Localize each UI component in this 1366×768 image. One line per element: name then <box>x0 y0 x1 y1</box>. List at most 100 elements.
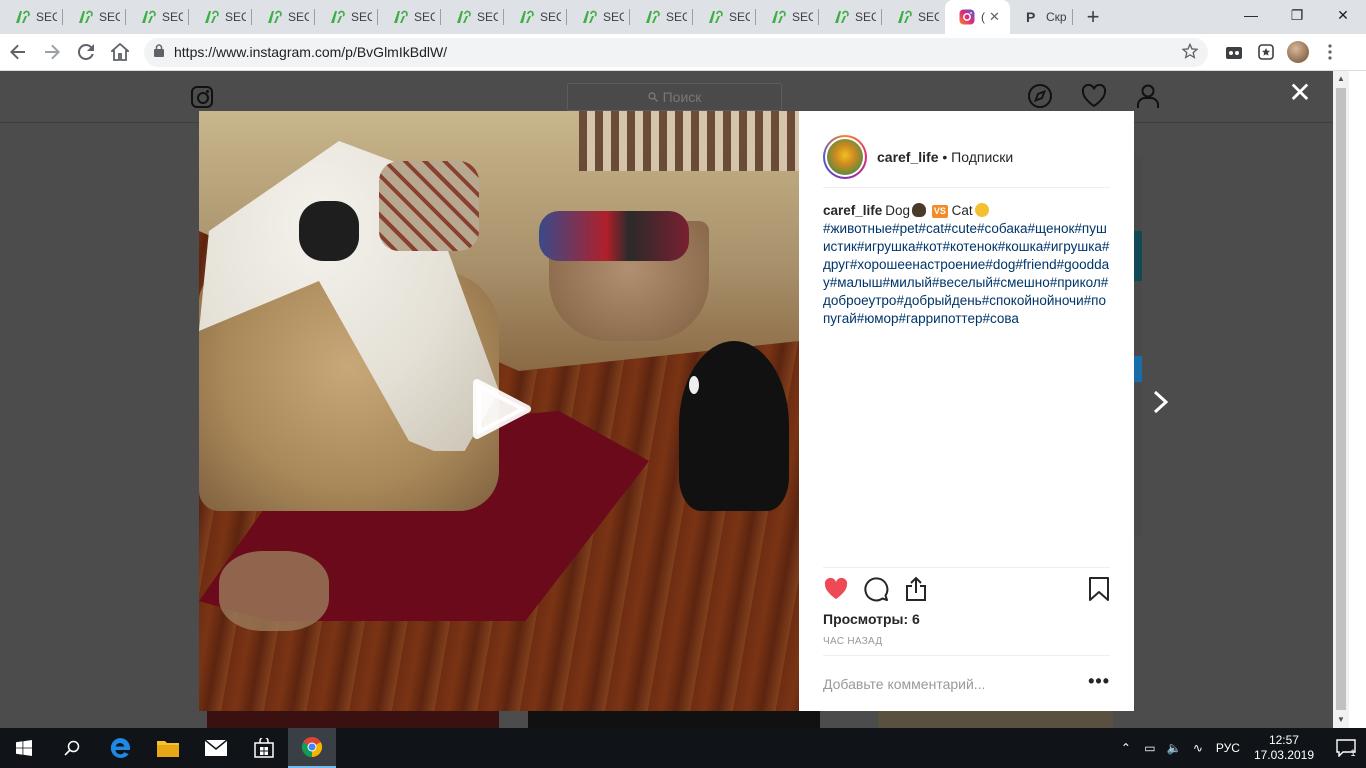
extension-icon[interactable] <box>1218 36 1250 68</box>
browser-tab-active[interactable]: (✕ <box>945 0 1010 34</box>
browser-tab[interactable]: SEO <box>819 0 882 34</box>
vs-emoji-icon: VS <box>931 205 948 218</box>
header-separator: • <box>938 149 952 165</box>
browser-tab[interactable]: SEO <box>567 0 630 34</box>
scrollbar-thumb[interactable] <box>1336 88 1346 710</box>
tab-close-icon[interactable]: ✕ <box>989 9 1000 25</box>
tab-label: SEO <box>414 10 435 24</box>
search-input[interactable]: Поиск <box>567 83 782 111</box>
browser-tab[interactable]: SEO <box>693 0 756 34</box>
browser-tab[interactable]: SEO <box>378 0 441 34</box>
profile-avatar[interactable] <box>1282 36 1314 68</box>
search-icon <box>647 89 658 105</box>
chrome-taskbar-icon[interactable] <box>288 728 336 768</box>
notification-center-icon[interactable]: 1 <box>1326 738 1366 758</box>
system-tray: ⌃ ▭ 🔈 ∿ РУС 12:57 17.03.2019 1 <box>1114 728 1366 768</box>
browser-tab[interactable]: SEO <box>630 0 693 34</box>
file-explorer-icon[interactable] <box>144 728 192 768</box>
browser-tab[interactable]: SEO <box>0 0 63 34</box>
clock-date: 17.03.2019 <box>1253 748 1314 762</box>
post-timestamp[interactable]: ЧАС НАЗАД <box>823 636 882 647</box>
store-icon[interactable] <box>240 728 288 768</box>
windows-start-icon[interactable] <box>0 728 48 768</box>
browser-tab[interactable]: SEO <box>126 0 189 34</box>
share-icon[interactable] <box>903 576 929 602</box>
explore-compass-icon[interactable] <box>1027 83 1053 109</box>
save-bookmark-icon[interactable] <box>1088 576 1114 602</box>
scroll-down-arrow-icon[interactable]: ▼ <box>1337 715 1345 724</box>
video-player[interactable] <box>199 111 799 711</box>
seo-favicon-icon <box>140 9 156 25</box>
mail-icon[interactable] <box>192 728 240 768</box>
browser-tab[interactable]: SEO <box>189 0 252 34</box>
post-header: caref_life • Подписки <box>823 127 1110 188</box>
caption-text-cat: Cat <box>951 203 973 218</box>
minimize-icon[interactable]: — <box>1228 0 1274 30</box>
play-icon[interactable] <box>471 377 533 441</box>
view-count[interactable]: Просмотры: 6 <box>823 611 920 627</box>
tab-label: SEO <box>225 10 246 24</box>
browser-tab[interactable]: P Скр <box>1010 0 1073 34</box>
maximize-icon[interactable]: ❐ <box>1274 0 1320 30</box>
like-heart-icon[interactable] <box>823 576 849 602</box>
network-icon[interactable]: ∿ <box>1186 741 1210 755</box>
close-modal-icon[interactable]: ✕ <box>1288 79 1312 107</box>
seo-favicon-icon <box>896 9 912 25</box>
user-avatar[interactable] <box>823 135 867 179</box>
post-modal: caref_life • Подписки caref_life Dog VS C… <box>199 111 1134 711</box>
next-post-arrow-icon[interactable] <box>1150 387 1174 417</box>
seo-favicon-icon <box>518 9 534 25</box>
svg-text:P: P <box>1026 9 1035 25</box>
post-username-link[interactable]: caref_life <box>877 149 938 165</box>
edge-browser-icon[interactable] <box>96 728 144 768</box>
volume-icon[interactable]: 🔈 <box>1162 741 1186 755</box>
caption-username[interactable]: caref_life <box>823 203 882 218</box>
comment-placeholder: Добавьте комментарий... <box>823 675 986 692</box>
home-icon[interactable] <box>104 36 136 68</box>
seo-favicon-icon <box>644 9 660 25</box>
seo-favicon-icon <box>455 9 471 25</box>
post-actions <box>823 567 1110 607</box>
back-icon[interactable] <box>2 36 34 68</box>
browser-tab[interactable]: SEO <box>756 0 819 34</box>
seo-favicon-icon <box>14 9 30 25</box>
language-indicator[interactable]: РУС <box>1210 741 1246 755</box>
tab-label: SEO <box>162 10 183 24</box>
reload-icon[interactable] <box>70 36 102 68</box>
hashtag-list[interactable]: #животные#pet#cat#cute#собака#щенок#пуши… <box>823 221 1109 326</box>
forward-icon[interactable] <box>36 36 68 68</box>
page-scrollbar[interactable]: ▲ ▼ <box>1333 71 1349 728</box>
seo-favicon-icon <box>392 9 408 25</box>
comment-bubble-icon[interactable] <box>863 576 889 602</box>
seo-favicon-icon <box>581 9 597 25</box>
browser-tab[interactable]: SEO <box>63 0 126 34</box>
chrome-menu-icon[interactable] <box>1314 36 1346 68</box>
battery-icon[interactable]: ▭ <box>1138 741 1162 755</box>
extension-badge-icon[interactable] <box>1250 36 1282 68</box>
bookmark-star-icon[interactable] <box>1181 42 1199 62</box>
browser-tab[interactable]: SEO <box>504 0 567 34</box>
browser-tab[interactable]: SEO <box>252 0 315 34</box>
address-bar[interactable]: https://www.instagram.com/p/BvGlmIkBdlW/ <box>144 37 1208 67</box>
more-options-icon[interactable]: ••• <box>1088 672 1110 690</box>
lock-icon <box>154 44 164 60</box>
taskbar-search-icon[interactable] <box>48 728 96 768</box>
comment-input[interactable]: Добавьте комментарий... ••• <box>823 655 1110 711</box>
new-tab-button[interactable]: + <box>1073 0 1113 34</box>
browser-tab[interactable]: SEO <box>882 0 945 34</box>
activity-heart-icon[interactable] <box>1081 83 1107 109</box>
browser-tab[interactable]: SEO <box>315 0 378 34</box>
scroll-up-arrow-icon[interactable]: ▲ <box>1337 74 1345 83</box>
instagram-logo-icon[interactable] <box>191 86 213 108</box>
show-hidden-icons-icon[interactable]: ⌃ <box>1114 741 1138 755</box>
browser-tab[interactable]: SEO <box>441 0 504 34</box>
tab-strip: SEO SEO SEO SEO SEO SEO SEO SEO SEO SEO SEO SEO SEO S… <box>0 0 1366 34</box>
close-window-icon[interactable]: ✕ <box>1320 0 1366 30</box>
profile-person-icon[interactable] <box>1135 83 1161 109</box>
taskbar-clock[interactable]: 12:57 17.03.2019 <box>1254 733 1314 763</box>
follow-status[interactable]: Подписки <box>951 149 1013 165</box>
search-placeholder: Поиск <box>662 89 702 105</box>
browser-toolbar: https://www.instagram.com/p/BvGlmIkBdlW/ <box>0 34 1366 71</box>
url-text: https://www.instagram.com/p/BvGlmIkBdlW/ <box>174 44 448 60</box>
windows-taskbar: ⌃ ▭ 🔈 ∿ РУС 12:57 17.03.2019 1 <box>0 728 1366 768</box>
